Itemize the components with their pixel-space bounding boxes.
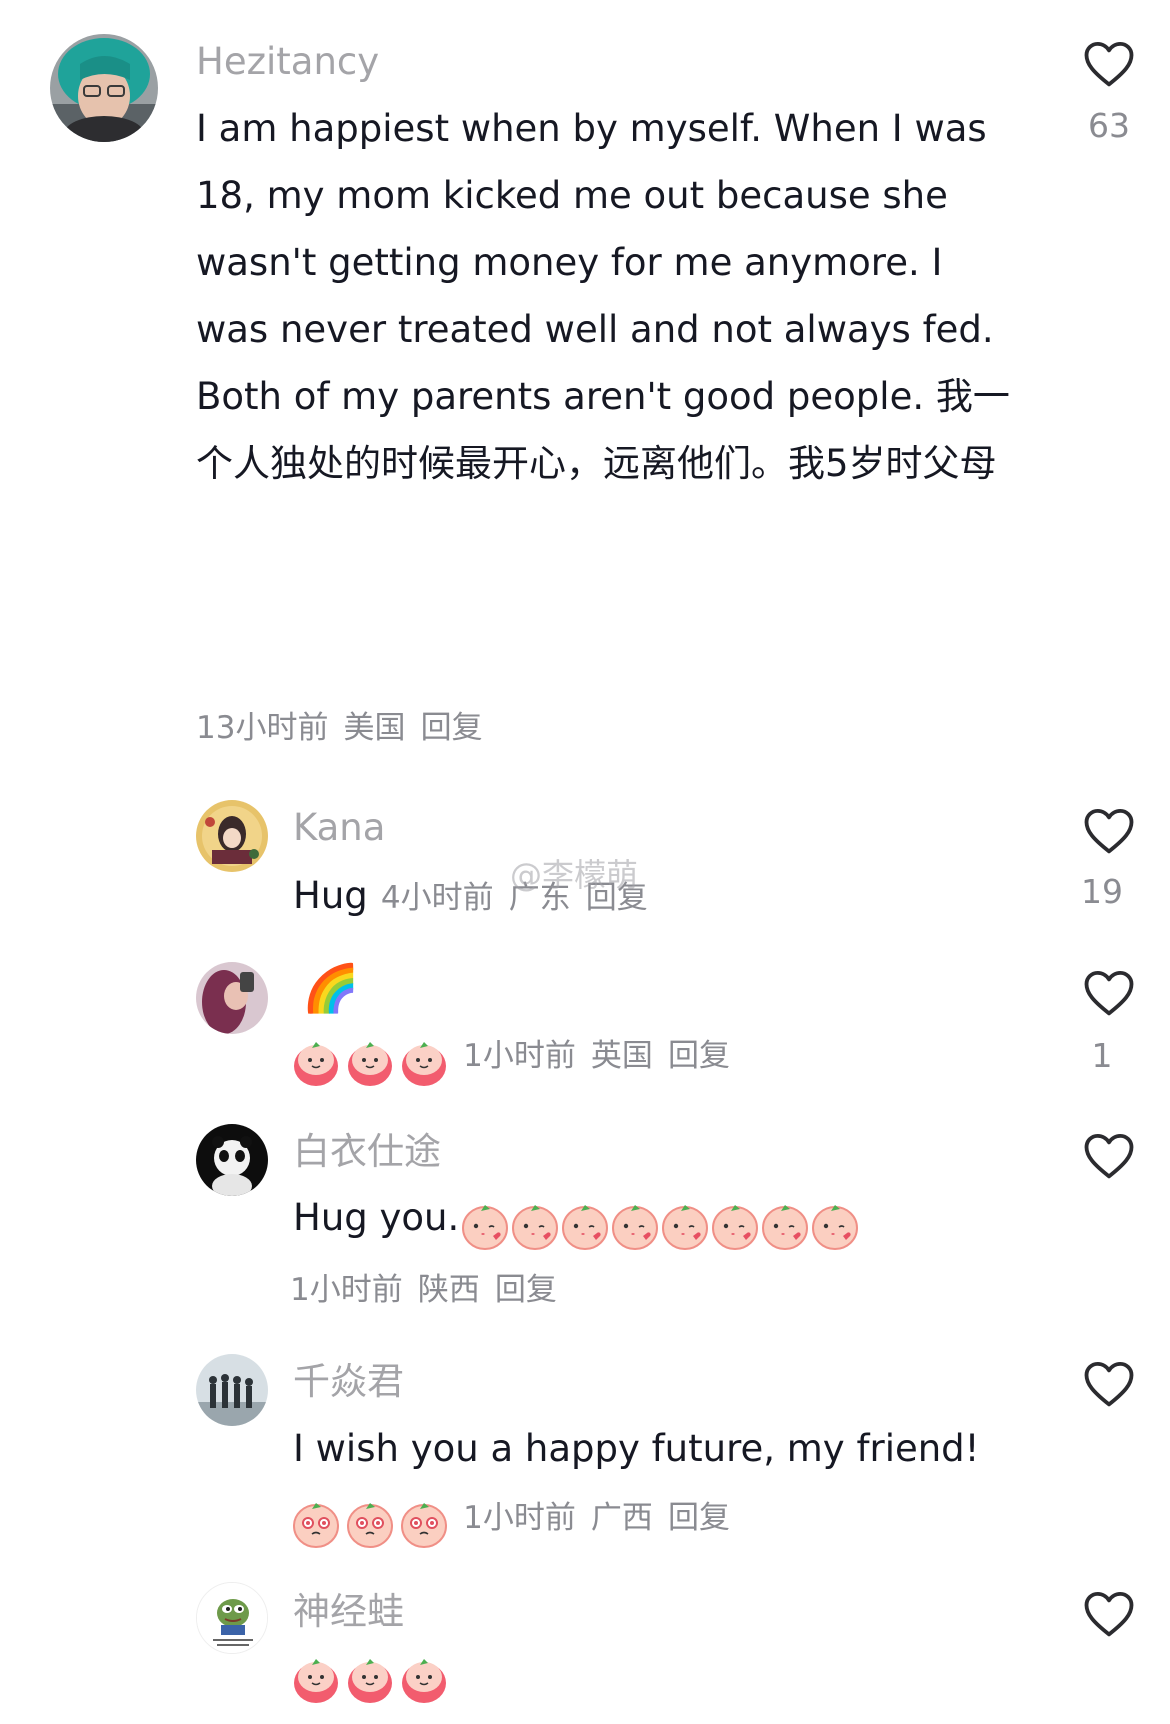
peach-sticker-icon xyxy=(398,1036,450,1088)
kissing-peach-sticker-icon xyxy=(659,1200,711,1252)
comment-location: 美国 xyxy=(343,710,406,746)
comment-line: 1小时前 英国 回复 xyxy=(290,1026,730,1086)
comment-time: 4小时前 xyxy=(380,880,494,916)
avatar-kana[interactable] xyxy=(196,800,268,872)
like-button[interactable] xyxy=(1082,805,1136,859)
comment-time: 1小时前 xyxy=(290,1272,403,1308)
comment-text: Hug xyxy=(293,874,368,917)
teary-peach-sticker-icon xyxy=(290,1498,342,1550)
like-count: 63 xyxy=(1088,106,1130,145)
peach-sticker-icon xyxy=(344,1036,396,1088)
comment-location: 英国 xyxy=(590,1038,653,1074)
like-button[interactable] xyxy=(1082,1588,1136,1642)
comment-text-tail: 13小时前 美国 回复 xyxy=(196,695,483,762)
like-button[interactable] xyxy=(1082,38,1136,92)
comment-text: Hug you. xyxy=(293,1196,460,1239)
comment-text: I am happiest when by myself. When I was… xyxy=(196,107,1010,485)
kissing-peach-sticker-icon xyxy=(809,1200,861,1252)
reply-button[interactable]: 回复 xyxy=(668,1500,730,1536)
teary-peach-sticker-icon xyxy=(344,1498,396,1550)
comment-time: 13小时前 xyxy=(196,710,329,746)
comment-location: 广西 xyxy=(590,1500,653,1536)
peach-sticker-icon xyxy=(290,1036,342,1088)
comment-time: 1小时前 xyxy=(463,1500,576,1536)
comment-text: I wish you a happy future, my friend! xyxy=(293,1427,980,1470)
kissing-peach-sticker-icon xyxy=(459,1200,511,1252)
like-button[interactable] xyxy=(1082,1358,1136,1412)
heart-outline-icon xyxy=(1084,970,1134,1016)
reply-button[interactable]: 回复 xyxy=(668,1038,730,1074)
peach-sticker-icon xyxy=(398,1653,450,1705)
heart-outline-icon xyxy=(1084,1591,1134,1637)
kissing-peach-sticker-icon xyxy=(709,1200,761,1252)
peach-sticker-icon xyxy=(344,1653,396,1705)
reply-button[interactable]: 回复 xyxy=(495,1272,557,1308)
comment-text: 🌈 xyxy=(302,961,360,1015)
comment-line xyxy=(290,1648,450,1708)
comment-line: 1小时前 广西 回复 xyxy=(290,1488,730,1548)
avatar-user-3[interactable] xyxy=(196,962,268,1034)
comment-username[interactable]: 千焱君 xyxy=(293,1360,404,1404)
comment-username[interactable]: 白衣仕途 xyxy=(293,1130,441,1174)
heart-outline-icon xyxy=(1084,41,1134,87)
like-button[interactable] xyxy=(1082,1130,1136,1184)
kissing-peach-sticker-icon xyxy=(509,1200,561,1252)
comment-username[interactable]: Kana xyxy=(293,806,385,850)
teary-peach-sticker-icon xyxy=(398,1498,450,1550)
peach-sticker-icon xyxy=(290,1653,342,1705)
heart-outline-icon xyxy=(1084,808,1134,854)
comment-username[interactable]: 神经蛙 xyxy=(293,1590,404,1634)
avatar-qianyanjun[interactable] xyxy=(196,1354,268,1426)
like-button[interactable] xyxy=(1082,967,1136,1021)
comment-username[interactable]: Hezitancy xyxy=(196,40,379,84)
comment-location: 陕西 xyxy=(417,1272,480,1308)
kissing-peach-sticker-icon xyxy=(609,1200,661,1252)
avatar-hezitancy[interactable] xyxy=(50,34,158,142)
heart-outline-icon xyxy=(1084,1361,1134,1407)
comment-line: Hug you. xyxy=(293,1184,861,1251)
like-count: 19 xyxy=(1081,872,1123,911)
watermark: @李檬萌 xyxy=(510,856,639,894)
reply-button[interactable]: 回复 xyxy=(421,710,483,746)
like-count: 1 xyxy=(1091,1036,1113,1075)
kissing-peach-sticker-icon xyxy=(559,1200,611,1252)
comment-time: 1小时前 xyxy=(463,1038,576,1074)
avatar-baiyi[interactable] xyxy=(196,1124,268,1196)
heart-outline-icon xyxy=(1084,1133,1134,1179)
avatar-shenjingwa[interactable] xyxy=(196,1582,268,1654)
kissing-peach-sticker-icon xyxy=(759,1200,811,1252)
comment-meta: 1小时前 陕西 回复 xyxy=(290,1260,557,1320)
